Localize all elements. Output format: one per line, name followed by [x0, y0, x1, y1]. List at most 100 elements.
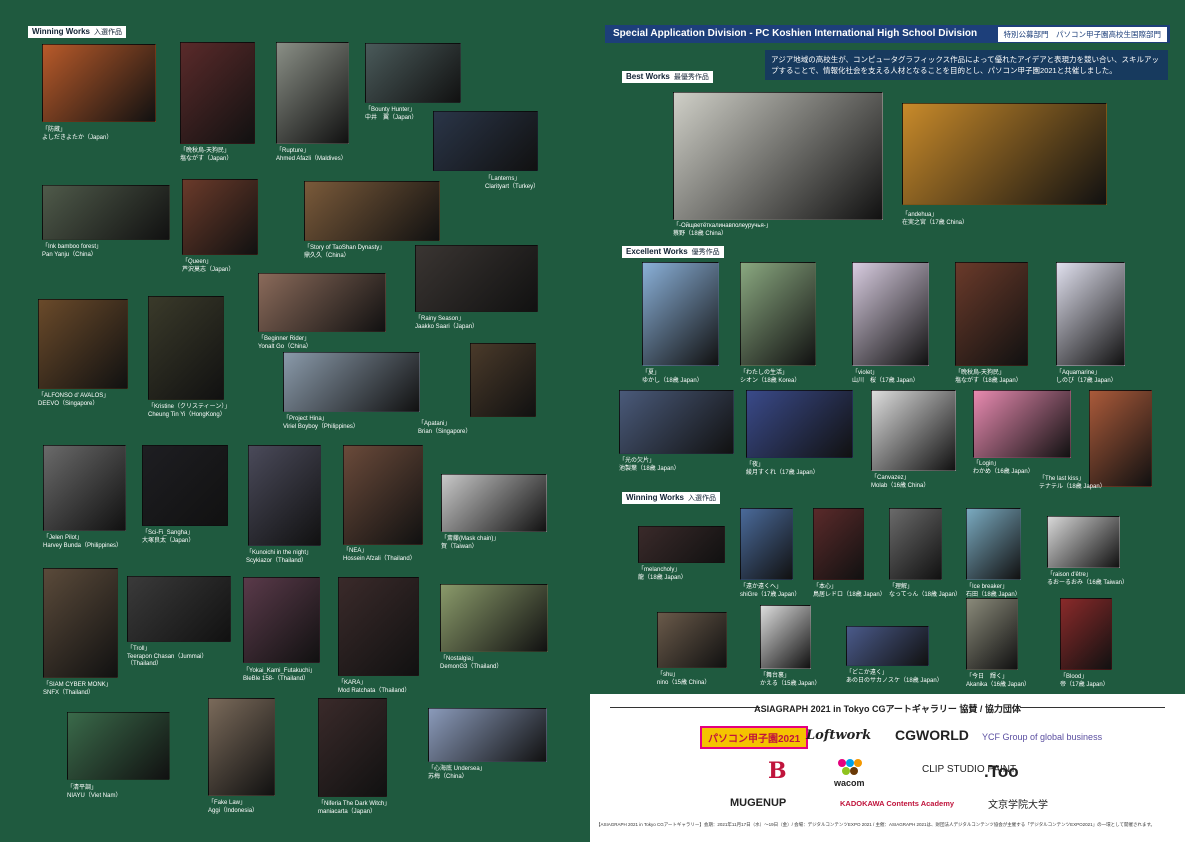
artwork-title: 「Ice breaker」 — [966, 584, 1009, 590]
artwork-title: 「Kristine（クリスティーン）」 — [148, 404, 231, 410]
right-winning-artwork-caption: 「遠か遠くへ」 shiGre（17歳 Japan） — [740, 584, 800, 599]
artwork-title: 「andehua」 — [902, 212, 938, 218]
left-winning-artwork-image — [208, 698, 275, 796]
right-winning-artwork-image — [889, 508, 942, 580]
section-label-en: Winning Works — [32, 27, 90, 36]
left-winning-artwork-caption: 「ALFONSO d' AVALOS」 DEEVO（Singapore） — [38, 393, 109, 408]
left-winning-artwork-caption: 「Troll」 Teerapon Chasan（Jummai） （Thailand） — [127, 646, 207, 669]
left-winning-artwork-image — [365, 43, 461, 103]
excellent-artwork-caption: 「Login」 わかめ（16歳 Japan） — [973, 461, 1034, 476]
artwork-title: 「Lanterns」 — [485, 176, 521, 182]
sponsor-title: ASIAGRAPH 2021 in Tokyo CGアートギャラリー 協賛 / … — [754, 704, 1021, 714]
artwork-author: Viriel Boyboy（Philippines） — [283, 423, 359, 430]
section-label-best: Best Works 最優秀作品 — [622, 71, 713, 83]
left-winning-artwork-image — [304, 181, 440, 241]
artwork-title: 「Fake Law」 — [208, 800, 247, 806]
artwork-author: NIAYU（Viet Nam） — [67, 792, 122, 799]
left-winning-artwork-image — [415, 245, 538, 312]
excellent-artwork-caption: 「夜」 綾月すくれ（17歳 Japan） — [746, 462, 819, 477]
left-winning-artwork-image — [433, 111, 538, 171]
artwork-author: Pan Yanju（China） — [42, 251, 97, 258]
pc-koshien-logo: パソコン甲子園2021 — [700, 726, 809, 749]
left-winning-artwork-image — [318, 698, 387, 797]
excellent-artwork-image — [852, 262, 929, 366]
section-label-winning-right: Winning Works 入選作品 — [622, 492, 720, 504]
mugenup-logo: MUGENUP — [730, 797, 787, 809]
section-label-jp: 最優秀作品 — [673, 74, 709, 81]
artwork-author: DemonG3（Thailand） — [440, 663, 503, 670]
right-winning-artwork-image — [813, 508, 864, 580]
section-label-jp: 入選作品 — [94, 29, 122, 36]
left-winning-artwork-image — [338, 577, 419, 676]
artwork-author: るおーるおみ（16歳 Taiwan） — [1047, 579, 1129, 586]
right-winning-artwork-image — [1060, 598, 1112, 670]
left-winning-artwork-caption: 「Lanterns」 Clarityart（Turkey） — [485, 176, 539, 191]
event-footnote: 【ASIAGRAPH 2021 in Tokyo CGアートギャラリー】会期：2… — [596, 822, 1156, 827]
left-winning-artwork-caption: 「Yokai_Kami_Futakuchi」 BleBle 158-（Thaila… — [243, 668, 316, 683]
artwork-title: 「Project Hina」 — [283, 416, 328, 422]
artwork-author: あの日のサカノスケ（18歳 Japan） — [846, 677, 943, 684]
left-winning-artwork-image — [42, 44, 156, 122]
left-winning-artwork-caption: 「KARA」 Mod Ratchata（Thailand） — [338, 680, 410, 695]
artwork-author: なってっん（18歳 Japan） — [889, 591, 962, 598]
left-winning-artwork-image — [248, 445, 321, 546]
left-winning-artwork-image — [243, 577, 320, 663]
artwork-author: Scykiazor（Thailand） — [246, 557, 308, 564]
wacom-symbol-icon — [836, 758, 862, 778]
artwork-author: Clarityart（Turkey） — [485, 183, 540, 190]
artwork-author: 苏梅（China） — [428, 773, 468, 780]
ycf-logo: YCF Group of global business — [982, 732, 1103, 742]
artwork-author: Aggi（Indonesia） — [208, 807, 259, 814]
right-winning-artwork-caption: 「Ice breaker」 石田（18歳 Japan） — [966, 584, 1021, 599]
left-winning-artwork-image — [283, 352, 420, 412]
division-header: Special Application Division - PC Koshie… — [605, 25, 1170, 43]
left-winning-artwork-image — [42, 185, 170, 240]
excellent-artwork-image — [740, 262, 816, 366]
artwork-title: 「防蔵」 — [42, 127, 67, 133]
left-winning-artwork-caption: 「Ink bamboo forest」 Pan Yanju（China） — [42, 244, 102, 259]
artwork-extra: （Thailand） — [127, 661, 163, 667]
left-winning-artwork-image — [38, 299, 128, 389]
right-winning-artwork-caption: 「本心」 鳥居レドロ（18歳 Japan） — [813, 584, 886, 599]
intro-text: アジア地域の高校生が、コンピュータグラフィックス作品によって優れたアイデアと表現… — [765, 50, 1168, 80]
left-winning-artwork-image — [343, 445, 423, 545]
excellent-artwork-image — [955, 262, 1028, 366]
artwork-author: Cheung Tin Yi（HongKong） — [148, 411, 226, 418]
left-winning-artwork-caption: 「Kunoichi in the night」 Scykiazor（Thailan… — [246, 550, 312, 565]
right-winning-artwork-image — [846, 626, 929, 666]
artwork-author: maniacarta（Japan） — [318, 808, 377, 815]
best-artwork-caption: 「andehua」 在実之宮（17歳 China） — [902, 212, 968, 227]
artwork-author: Molab（16歳 China） — [871, 482, 930, 489]
artwork-author: 綾月すくれ（17歳 Japan） — [746, 469, 819, 476]
artwork-author: 賀（Taiwan） — [441, 543, 478, 550]
artwork-author: DEEVO（Singapore） — [38, 400, 99, 407]
artwork-author: 塩ながす（18歳 Japan） — [955, 377, 1022, 384]
wacom-logo: wacom — [834, 778, 865, 788]
left-winning-artwork-caption: 「Rupture」 Ahmed Afazli（Maldives） — [276, 148, 347, 163]
artwork-author: わかめ（16歳 Japan） — [973, 468, 1034, 475]
excellent-artwork-caption: 「violet」 山川 桜（17歳 Japan） — [852, 370, 919, 385]
artwork-author: 中井 翼（Japan） — [365, 114, 418, 121]
section-label-en: Excellent Works — [626, 247, 688, 256]
artwork-title: 「Niferia The Dark Witch」 — [318, 801, 391, 807]
section-label-excellent: Excellent Works 優秀作品 — [622, 246, 724, 258]
artwork-author: 鼎久久（China） — [304, 252, 350, 259]
artwork-author: 鳥居レドロ（18歳 Japan） — [813, 591, 886, 598]
right-winning-artwork-caption: 「どこか遠く」 あの日のサカノスケ（18歳 Japan） — [846, 670, 943, 685]
left-winning-artwork-image — [428, 708, 547, 762]
excellent-artwork-caption: 「わたしの生活」 シオン（18歳 Korea） — [740, 370, 800, 385]
right-winning-artwork-caption: 「shu」 nino（15歳 China） — [657, 672, 710, 687]
excellent-artwork-caption: 「夏」 ゆかし（18歳 Japan） — [642, 370, 703, 385]
artwork-title: 「夜」 — [746, 462, 765, 468]
artwork-title: 「Jelen Pilot」 — [43, 535, 83, 541]
artwork-title: 「本心」 — [813, 584, 838, 590]
artwork-title: 「今日 輝く」 — [966, 674, 1009, 680]
left-winning-artwork-caption: 「Nostalgia」 DemonG3（Thailand） — [440, 656, 502, 671]
artwork-author: Yonalt Go（China） — [258, 343, 312, 350]
artwork-title: 「どこか遠く」 — [846, 670, 888, 676]
artwork-title: 「夏」 — [642, 370, 661, 376]
right-winning-artwork-caption: 「今日 輝く」 Akanika（16歳 Japan） — [966, 674, 1030, 689]
artwork-title: 「わたしの生活」 — [740, 370, 789, 376]
artwork-author: しのび（17歳 Japan） — [1056, 377, 1117, 384]
right-winning-artwork-image — [966, 508, 1021, 580]
